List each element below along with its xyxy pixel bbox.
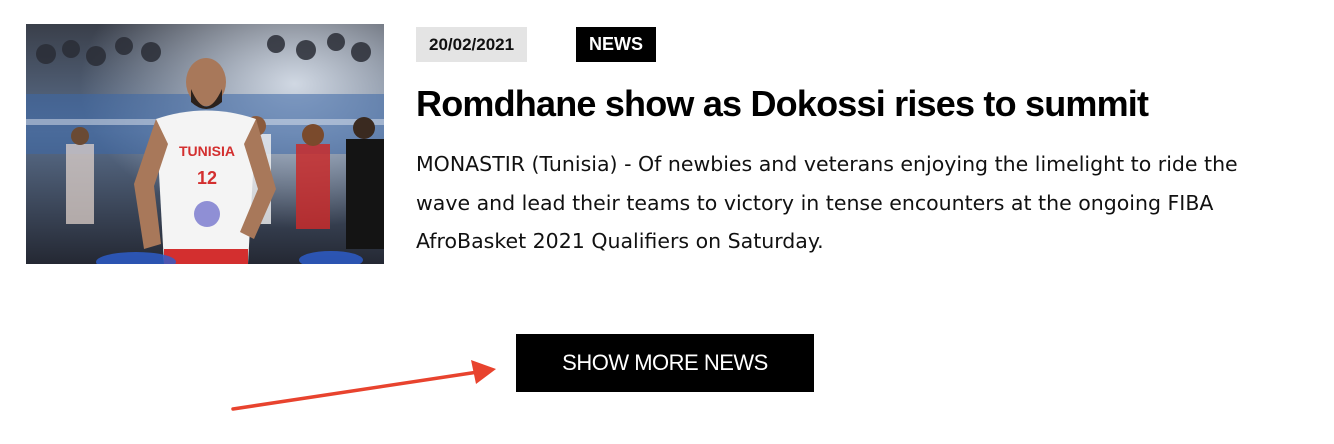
article-date-badge: 20/02/2021 xyxy=(416,27,528,62)
article-thumbnail[interactable]: TUNISIA 12 xyxy=(26,24,384,264)
show-more-news-button[interactable]: SHOW MORE NEWS xyxy=(516,334,814,392)
jersey-number: 12 xyxy=(197,168,217,188)
basketball-player-photo: TUNISIA 12 xyxy=(26,24,384,264)
news-page: TUNISIA 12 20/02/2021 NEWS Romdhane show… xyxy=(0,0,1334,444)
news-list-item: TUNISIA 12 20/02/2021 NEWS Romdhane show… xyxy=(0,0,1334,290)
article-headline[interactable]: Romdhane show as Dokossi rises to summit xyxy=(416,82,1296,126)
jersey-text: TUNISIA xyxy=(179,143,235,159)
article-excerpt: MONASTIR (Tunisia) - Of newbies and vete… xyxy=(416,152,1238,253)
category-tag-news[interactable]: NEWS xyxy=(576,27,656,62)
